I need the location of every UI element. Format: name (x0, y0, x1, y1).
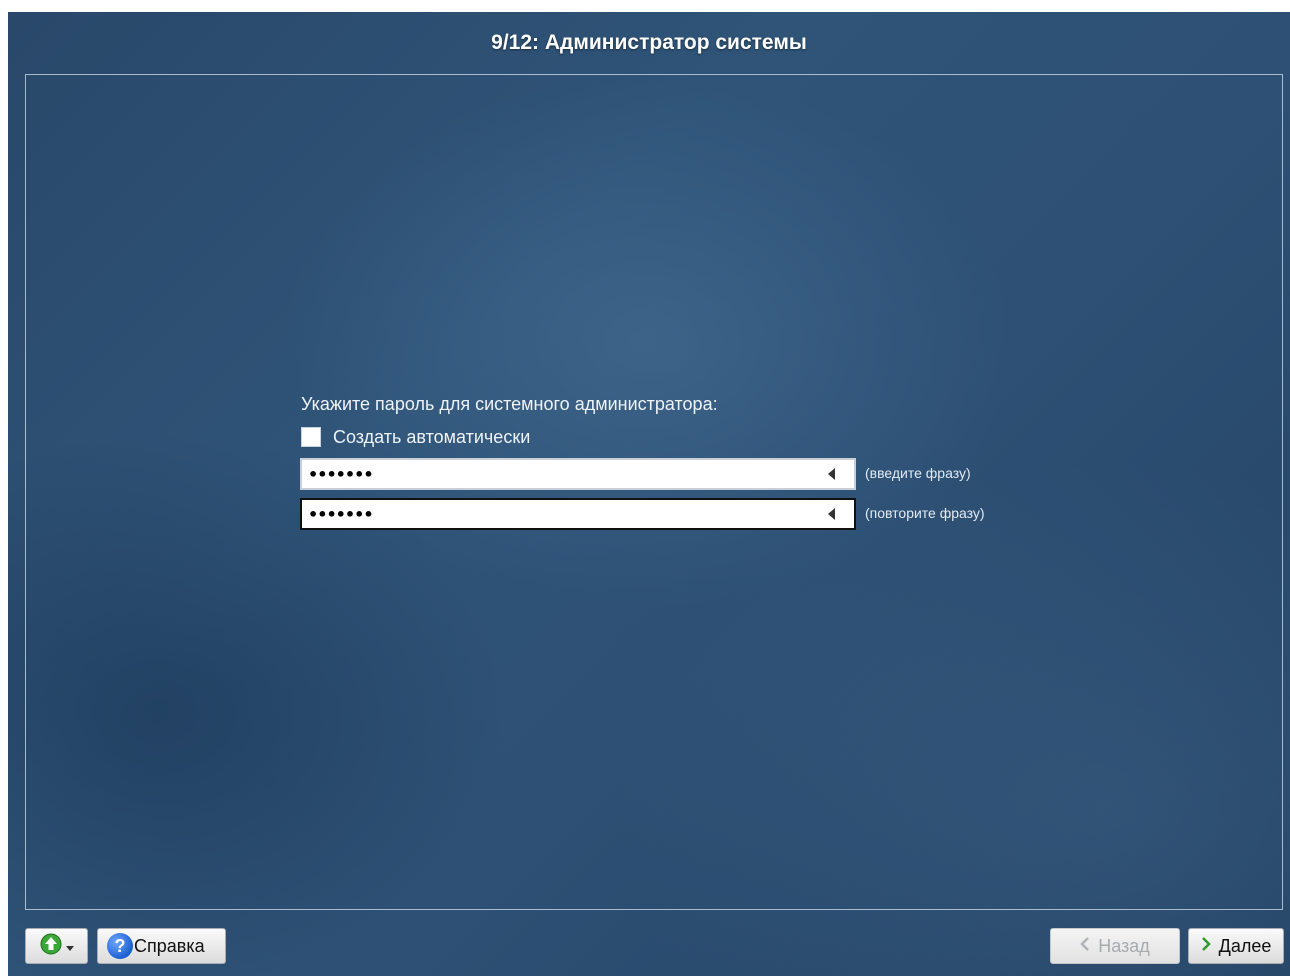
auto-generate-label[interactable]: Создать автоматически (333, 427, 530, 448)
back-button-label: Назад (1098, 935, 1150, 956)
password-value[interactable]: ••••••• (302, 465, 822, 484)
help-icon: ? (107, 933, 133, 959)
menu-button[interactable] (25, 928, 88, 964)
auto-generate-row[interactable]: Создать автоматически (301, 425, 530, 449)
password-hint: (введите фразу) (865, 465, 971, 481)
help-button[interactable]: ? Справка (97, 928, 226, 964)
back-button[interactable]: Назад (1050, 928, 1180, 964)
chevron-left-icon (1080, 936, 1090, 957)
confirm-password-value[interactable]: ••••••• (302, 505, 822, 524)
password-field[interactable]: ••••••• (300, 458, 856, 490)
green-up-arrow-icon (40, 933, 62, 960)
chevron-down-icon (65, 936, 74, 957)
next-button-label: Далее (1218, 935, 1272, 956)
next-button[interactable]: Далее (1188, 928, 1284, 964)
auto-generate-checkbox[interactable] (301, 427, 321, 447)
chevron-right-icon (1201, 936, 1211, 957)
help-button-label: Справка (134, 935, 205, 956)
password-prompt: Укажите пароль для системного администра… (301, 394, 718, 414)
content-frame (25, 74, 1283, 910)
confirm-password-field[interactable]: ••••••• (300, 498, 856, 530)
backspace-triangle-icon[interactable] (822, 464, 842, 484)
backspace-triangle-icon[interactable] (822, 504, 842, 524)
confirm-password-hint: (повторите фразу) (865, 505, 985, 521)
installer-screen: 9/12: Администратор системы Укажите паро… (8, 12, 1290, 976)
page-title: 9/12: Администратор системы (491, 31, 807, 54)
